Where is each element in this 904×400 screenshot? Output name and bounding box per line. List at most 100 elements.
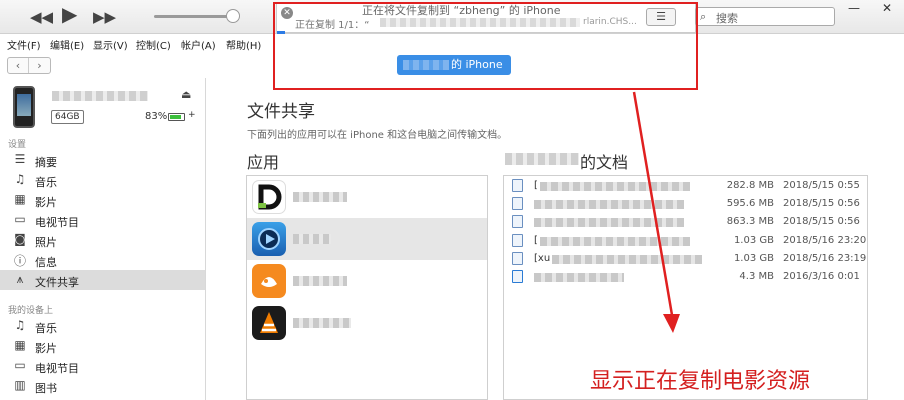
highlight-box [273, 2, 698, 90]
document-name: [ [534, 180, 538, 191]
tv-icon: ▭ [14, 358, 26, 372]
page-title: 文件共享 [247, 102, 315, 122]
back-button[interactable]: ‹ [8, 58, 29, 73]
document-date: 2018/5/15 0:56 [783, 198, 860, 209]
app-item[interactable] [247, 176, 487, 218]
document-name-redacted [552, 255, 702, 264]
menu-controls[interactable]: 控制(C) [136, 37, 171, 52]
charging-icon: + [188, 110, 196, 120]
document-size: 863.3 MB [726, 216, 774, 227]
sidebar-item-music[interactable]: ♫ 音乐 [0, 170, 205, 190]
sidebar-item-label: 音乐 [35, 322, 57, 335]
document-icon [512, 234, 523, 247]
document-icon [512, 197, 523, 210]
app-item[interactable] [247, 260, 487, 302]
play-button[interactable]: ▶ [62, 4, 77, 24]
menu-account[interactable]: 帐户(A) [181, 37, 216, 52]
document-icon [512, 179, 523, 192]
document-row[interactable]: [ 1.03 GB 2018/5/16 23:20 [504, 232, 867, 250]
fast-forward-button[interactable]: ▶▶ [93, 8, 116, 26]
sidebar-item-file-sharing[interactable]: ⩚ 文件共享 [0, 270, 205, 290]
sidebar-item-info[interactable]: ⓘ 信息 [0, 250, 205, 270]
sidebar-item-photos[interactable]: ◙ 照片 [0, 230, 205, 250]
app-name-redacted [293, 276, 347, 286]
forward-button[interactable]: › [29, 58, 50, 73]
music-icon: ♫ [14, 172, 26, 186]
search-icon: ⌕ [700, 10, 707, 23]
volume-knob[interactable] [226, 9, 240, 23]
camera-icon: ◙ [14, 232, 26, 246]
sidebar-item-label: 影片 [35, 196, 57, 209]
app-item-selected[interactable] [247, 218, 487, 260]
device-name-redacted [403, 60, 449, 70]
books-icon: ▥ [14, 378, 26, 392]
sidebar-item-tv[interactable]: ▭ 电视节目 [0, 210, 205, 230]
sidebar-item-device-movies[interactable]: ▦ 影片 [0, 336, 205, 356]
sidebar-item-label: 文件共享 [35, 276, 79, 289]
document-name: [xu [534, 253, 551, 264]
document-name-redacted [534, 218, 684, 227]
summary-icon: ☰ [14, 152, 26, 166]
info-icon: ⓘ [13, 254, 26, 268]
music-icon: ♫ [14, 318, 26, 332]
minimize-button[interactable]: — [840, 0, 868, 18]
volume-slider[interactable] [154, 15, 232, 18]
document-row[interactable]: 863.3 MB 2018/5/15 0:56 [504, 213, 867, 231]
sidebar-item-device-music[interactable]: ♫ 音乐 [0, 316, 205, 336]
document-row[interactable]: [xu 1.03 GB 2018/5/16 23:19 [504, 250, 867, 268]
menu-help[interactable]: 帮助(H) [226, 37, 261, 52]
app-item[interactable] [247, 302, 487, 344]
iphone-device-tooltip: 的 iPhone [397, 55, 511, 75]
apps-list [246, 175, 488, 400]
sidebar: ⏏ 64GB 83% + 设置 ☰ 摘要 ♫ 音乐 ▦ 影片 ▭ 电视节目 ◙ … [0, 78, 206, 400]
document-name-redacted [540, 182, 690, 191]
device-name-redacted [52, 91, 148, 101]
sidebar-item-movies[interactable]: ▦ 影片 [0, 190, 205, 210]
settings-heading: 设置 [8, 140, 27, 150]
document-name-redacted [534, 273, 624, 282]
document-name: [ [534, 235, 538, 246]
documents-heading: 的文档 [580, 153, 629, 172]
eject-icon[interactable]: ⏏ [181, 88, 191, 101]
sidebar-item-device-tv[interactable]: ▭ 电视节目 [0, 356, 205, 376]
menu-file[interactable]: 文件(F) [7, 37, 41, 52]
sidebar-item-label: 照片 [35, 236, 57, 249]
sidebar-item-summary[interactable]: ☰ 摘要 [0, 150, 205, 170]
document-icon [512, 252, 523, 265]
my-device-heading: 我的设备上 [8, 306, 54, 316]
sidebar-item-label: 电视节目 [35, 362, 79, 375]
annotation-text: 显示正在复制电影资源 [590, 369, 811, 394]
battery-percent: 83% [145, 111, 168, 122]
file-sharing-icon: ⩚ [16, 272, 24, 286]
uc-browser-app-icon [252, 264, 286, 298]
app-name-redacted [293, 318, 351, 328]
tooltip-text: 的 iPhone [451, 58, 503, 71]
capacity-badge: 64GB [51, 110, 84, 124]
battery-fill [170, 115, 181, 119]
document-date: 2016/3/16 0:01 [783, 271, 860, 282]
vlc-app-icon [252, 306, 286, 340]
document-name-redacted [540, 237, 690, 246]
iphone-icon [13, 86, 35, 128]
film-icon: ▦ [14, 338, 26, 352]
document-name-redacted [534, 200, 684, 209]
menu-edit[interactable]: 编辑(E) [50, 37, 84, 52]
sidebar-item-label: 音乐 [35, 176, 57, 189]
document-row[interactable]: [ 282.8 MB 2018/5/15 0:55 [504, 177, 867, 195]
sidebar-item-device-books[interactable]: ▥ 图书 [0, 376, 205, 396]
apps-heading: 应用 [247, 153, 280, 172]
app-name-redacted [293, 192, 347, 202]
document-row[interactable]: 4.3 MB 2016/3/16 0:01 [504, 268, 867, 286]
close-window-button[interactable]: ✕ [873, 0, 901, 18]
menu-view[interactable]: 显示(V) [93, 37, 128, 52]
document-date: 2018/5/16 23:20 [783, 235, 867, 246]
search-input[interactable]: ⌕ 搜索 [695, 7, 835, 26]
sidebar-item-label: 信息 [35, 256, 57, 269]
search-placeholder: 搜索 [716, 12, 738, 25]
sidebar-item-label: 电视节目 [35, 216, 79, 229]
rewind-button[interactable]: ◀◀ [30, 8, 53, 26]
document-row[interactable]: 595.6 MB 2018/5/15 0:56 [504, 195, 867, 213]
document-icon [512, 270, 523, 283]
document-size: 1.03 GB [733, 235, 774, 246]
app-name-redacted [505, 153, 579, 165]
